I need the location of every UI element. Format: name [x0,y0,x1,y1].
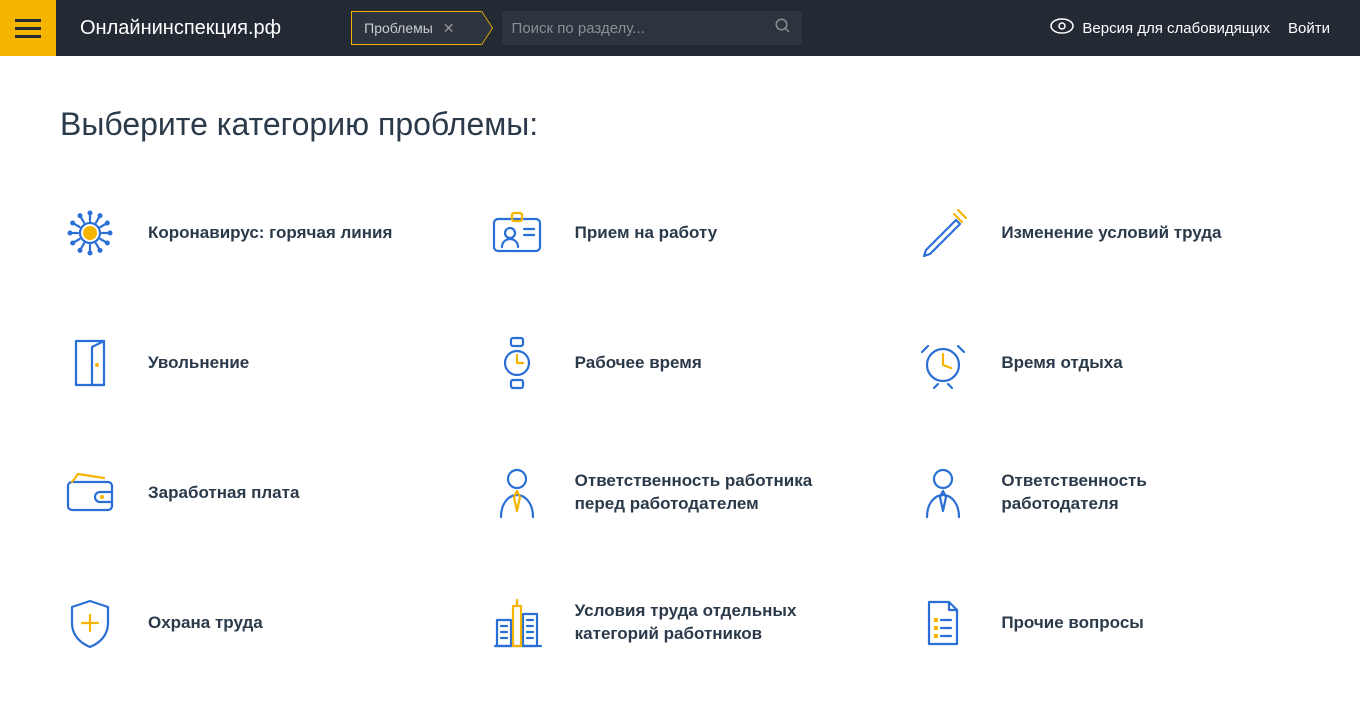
accessibility-link[interactable]: Версия для слабовидящих [1050,18,1270,38]
category-coronavirus[interactable]: Коронавирус: горячая линия [60,203,447,263]
main-content: Выберите категорию проблемы: Коронавирус… [0,56,1360,703]
category-id-badge[interactable]: Прием на работу [487,203,874,263]
category-label: Заработная плата [148,482,299,505]
category-label: Ответственность работника перед работода… [575,470,835,516]
category-wallet[interactable]: Заработная плата [60,463,447,523]
watch-icon [487,333,547,393]
person-blue-icon [913,463,973,523]
buildings-icon [487,593,547,653]
category-grid: Коронавирус: горячая линия Прием на рабо… [60,203,1300,653]
category-label: Коронавирус: горячая линия [148,222,392,245]
category-label: Прочие вопросы [1001,612,1143,635]
close-icon[interactable]: ✕ [443,20,455,37]
hamburger-icon [15,19,41,37]
category-label: Время отдыха [1001,352,1122,375]
search-input[interactable] [512,20,766,37]
page-title: Выберите категорию проблемы: [60,106,1300,143]
person-yellow-icon [487,463,547,523]
site-brand[interactable]: Онлайнинспекция.рф [80,17,281,40]
category-person-blue[interactable]: Ответственность работодателя [913,463,1300,523]
wallet-icon [60,463,120,523]
login-link[interactable]: Войти [1288,20,1330,37]
header-right: Версия для слабовидящих Войти [1050,18,1360,38]
category-watch[interactable]: Рабочее время [487,333,874,393]
id-badge-icon [487,203,547,263]
category-label: Рабочее время [575,352,702,375]
pencil-icon [913,203,973,263]
category-buildings[interactable]: Условия труда отдельных категорий работн… [487,593,874,653]
shield-icon [60,593,120,653]
category-label: Охрана труда [148,612,263,635]
eye-icon [1050,18,1074,38]
door-icon [60,333,120,393]
category-pencil[interactable]: Изменение условий труда [913,203,1300,263]
category-door[interactable]: Увольнение [60,333,447,393]
accessibility-label: Версия для слабовидящих [1082,20,1270,37]
category-label: Увольнение [148,352,249,375]
search-box [502,11,802,45]
category-label: Ответственность работодателя [1001,470,1261,516]
search-icon[interactable] [774,17,792,40]
scope-label: Проблемы [364,20,433,36]
category-alarm[interactable]: Время отдыха [913,333,1300,393]
category-person-yellow[interactable]: Ответственность работника перед работода… [487,463,874,523]
alarm-icon [913,333,973,393]
category-label: Изменение условий труда [1001,222,1221,245]
category-document[interactable]: Прочие вопросы [913,593,1300,653]
search-area: Проблемы ✕ [351,11,801,45]
category-label: Условия труда отдельных категорий работн… [575,600,835,646]
category-shield[interactable]: Охрана труда [60,593,447,653]
document-icon [913,593,973,653]
coronavirus-icon [60,203,120,263]
menu-button[interactable] [0,0,56,56]
header: Онлайнинспекция.рф Проблемы ✕ Версия для… [0,0,1360,56]
search-scope-tag[interactable]: Проблемы ✕ [351,11,481,45]
category-label: Прием на работу [575,222,718,245]
